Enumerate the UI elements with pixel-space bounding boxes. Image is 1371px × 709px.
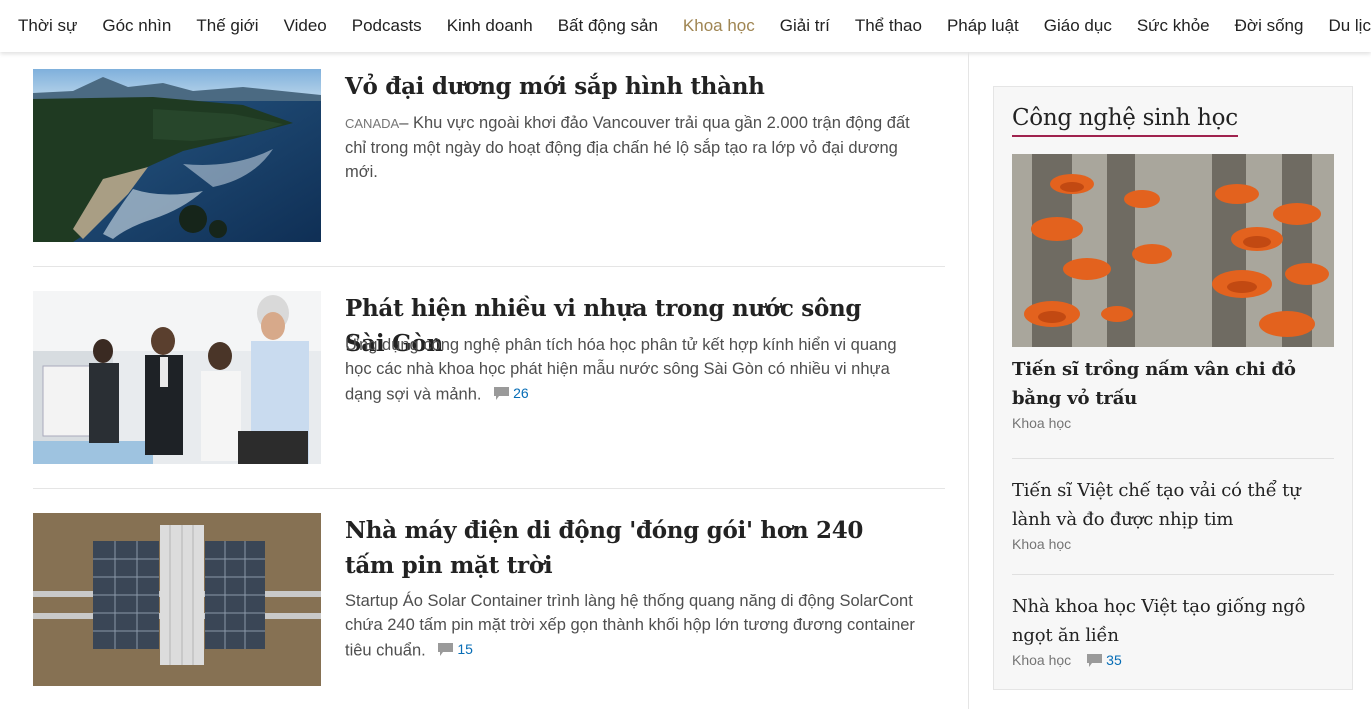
article-separator [33, 488, 945, 489]
comment-count: 26 [513, 385, 529, 401]
location-separator: – [399, 114, 409, 132]
comment-icon [438, 642, 454, 656]
sidebar-article[interactable]: Tiến sĩ trồng nấm vân chi đỏ bằng vỏ trấ… [1012, 355, 1334, 431]
main-nav: Thời sự Góc nhìn Thế giới Video Podcasts Kinh… [0, 0, 1371, 52]
sidebar-box: Công nghệ sinh học Tiến sĩ trồng nấm vân… [993, 86, 1353, 690]
sidebar-article-category[interactable]: Khoa học [1012, 536, 1334, 552]
sidebar-article-category[interactable]: Khoa học [1012, 415, 1334, 431]
article-separator [33, 266, 945, 267]
article-title[interactable]: Nhà máy điện di động 'đóng gói' hơn 240 … [345, 513, 905, 583]
comment-count-link[interactable]: 15 [438, 637, 473, 661]
article-location: CANADA [345, 116, 400, 131]
article-card[interactable]: Vỏ đại dương mới sắp hình thành CANADA– … [33, 69, 945, 242]
article-description: Startup Áo Solar Container trình làng hệ… [345, 589, 915, 663]
article-description-text: Khu vực ngoài khơi đảo Vancouver trải qu… [345, 114, 910, 181]
sidebar-article-meta: Khoa học 35 [1012, 652, 1334, 668]
sidebar-article-title[interactable]: Tiến sĩ trồng nấm vân chi đỏ bằng vỏ trấ… [1012, 355, 1334, 413]
sidebar-separator [1012, 574, 1334, 575]
sidebar-heading[interactable]: Công nghệ sinh học [1012, 105, 1238, 137]
sidebar-article-category[interactable]: Khoa học [1012, 652, 1071, 668]
nav-item[interactable]: Thế giới [184, 0, 271, 52]
comment-icon [494, 386, 510, 400]
sidebar-article[interactable]: Tiến sĩ Việt chế tạo vải có thể tự lành … [1012, 476, 1334, 552]
article-card[interactable]: Nhà máy điện di động 'đóng gói' hơn 240 … [33, 513, 945, 686]
comment-count-link[interactable]: 35 [1087, 652, 1122, 668]
comment-count: 35 [1106, 652, 1122, 668]
nav-item[interactable]: Kinh doanh [434, 0, 545, 52]
nav-item[interactable]: Khoa học [670, 0, 767, 52]
article-thumbnail-lab[interactable] [33, 291, 321, 464]
nav-item[interactable]: Podcasts [339, 0, 434, 52]
sidebar-separator [1012, 458, 1334, 459]
article-title[interactable]: Vỏ đại dương mới sắp hình thành [345, 69, 905, 104]
column-divider [968, 52, 969, 709]
article-card[interactable]: Phát hiện nhiều vi nhựa trong nước sông … [33, 291, 945, 464]
sidebar-hero-image[interactable] [1012, 154, 1334, 347]
nav-item[interactable]: Đời sống [1222, 0, 1316, 52]
article-description: CANADA– Khu vực ngoài khơi đảo Vancouver… [345, 111, 915, 184]
comment-count-link[interactable]: 26 [494, 381, 529, 405]
nav-item[interactable]: Giải trí [767, 0, 842, 52]
nav-item[interactable]: Thời sự [0, 0, 90, 52]
article-description-text: Ứng dụng công nghệ phân tích hóa học phâ… [345, 336, 897, 404]
article-thumbnail-coastline[interactable] [33, 69, 321, 242]
comment-icon [1087, 653, 1103, 667]
nav-item[interactable]: Góc nhìn [90, 0, 184, 52]
sidebar-article[interactable]: Nhà khoa học Việt tạo giống ngô ngọt ăn … [1012, 592, 1334, 668]
sidebar-article-title[interactable]: Nhà khoa học Việt tạo giống ngô ngọt ăn … [1012, 592, 1334, 650]
nav-item[interactable]: Du lịch [1316, 0, 1371, 52]
article-description: Ứng dụng công nghệ phân tích hóa học phâ… [345, 333, 915, 407]
sidebar-article-title[interactable]: Tiến sĩ Việt chế tạo vải có thể tự lành … [1012, 476, 1334, 534]
nav-item[interactable]: Giáo dục [1031, 0, 1124, 52]
nav-item[interactable]: Thể thao [842, 0, 934, 52]
article-thumbnail-solar[interactable] [33, 513, 321, 686]
comment-count: 15 [457, 641, 473, 657]
nav-item[interactable]: Bất động sản [545, 0, 670, 52]
nav-item[interactable]: Pháp luật [934, 0, 1031, 52]
nav-item[interactable]: Sức khỏe [1124, 0, 1222, 52]
nav-item[interactable]: Video [271, 0, 339, 52]
article-description-text: Startup Áo Solar Container trình làng hệ… [345, 592, 915, 660]
